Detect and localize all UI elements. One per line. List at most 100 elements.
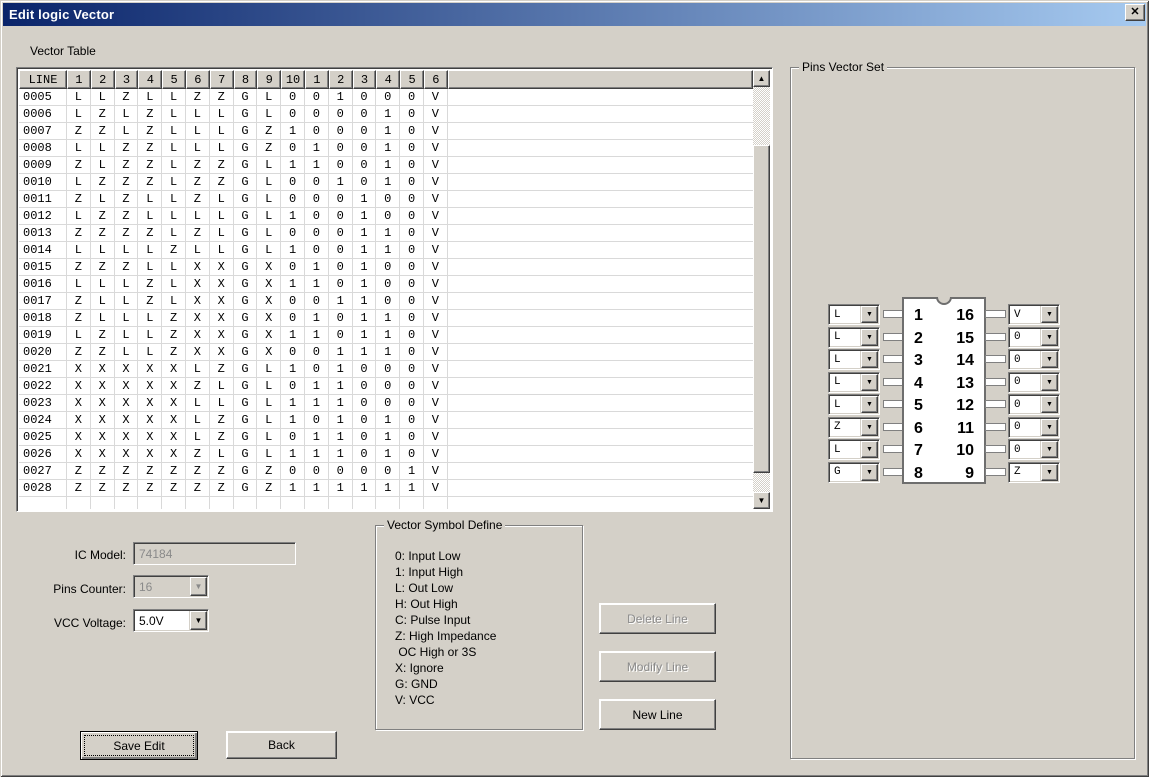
pin-value-dropdown[interactable]: L▼ [828,439,880,460]
vector-cell: Z [115,259,139,276]
column-header[interactable]: 4 [138,70,162,89]
line-number-cell: 0028 [19,480,67,497]
chevron-down-icon[interactable]: ▼ [861,306,878,323]
chevron-down-icon[interactable]: ▼ [1041,441,1058,458]
table-row[interactable]: 0018ZLLLZXXGX010110V [19,310,753,327]
scroll-down-button[interactable]: ▼ [753,492,770,509]
column-header[interactable]: 2 [329,70,353,89]
table-row[interactable]: 0021XXXXXLZGL101000V [19,361,753,378]
table-row[interactable]: 0014LLLLZLLGL100110V [19,242,753,259]
vertical-scrollbar[interactable]: ▲ ▼ [753,70,770,509]
pin-value: 0 [1010,329,1040,346]
new-line-button[interactable]: New Line [599,699,716,730]
column-header[interactable]: 1 [67,70,91,89]
vector-cell: V [424,259,448,276]
chevron-down-icon[interactable]: ▼ [861,329,878,346]
table-row[interactable]: 0017ZLLZLXXGX001100V [19,293,753,310]
pin-value-dropdown[interactable]: 0▼ [1008,439,1060,460]
chevron-down-icon[interactable]: ▼ [190,611,207,630]
column-header[interactable]: 7 [210,70,234,89]
chevron-down-icon[interactable]: ▼ [861,419,878,436]
chevron-down-icon[interactable]: ▼ [1041,329,1058,346]
pin-stub [883,468,904,476]
chevron-down-icon[interactable]: ▼ [1041,396,1058,413]
table-row[interactable]: 0019LZLLZXXGX110110V [19,327,753,344]
close-button[interactable]: ✕ [1125,4,1145,21]
column-header[interactable]: 10 [281,70,305,89]
table-row[interactable]: 0011ZLZLLZLGL000100V [19,191,753,208]
column-header[interactable]: 6 [186,70,210,89]
chevron-down-icon[interactable]: ▼ [1041,374,1058,391]
table-row[interactable]: 0012LZZLLLLGL100100V [19,208,753,225]
vector-cell: X [257,344,281,361]
table-row[interactable]: 0006LZLZLLLGL000010V [19,106,753,123]
pin-value-dropdown[interactable]: L▼ [828,304,880,325]
pin-value-dropdown[interactable]: L▼ [828,372,880,393]
scrollbar-track[interactable] [753,87,770,492]
chevron-down-icon[interactable]: ▼ [861,441,878,458]
column-header[interactable]: 5 [400,70,424,89]
column-header[interactable]: LINE [19,70,67,89]
table-row[interactable]: 0026XXXXXZLGL111010V [19,446,753,463]
chevron-down-icon[interactable]: ▼ [1041,351,1058,368]
table-row[interactable]: 0027ZZZZZZZGZ000001V [19,463,753,480]
table-row[interactable]: 0022XXXXXZLGL011000V [19,378,753,395]
column-header[interactable]: 3 [115,70,139,89]
column-header[interactable]: 3 [353,70,377,89]
modify-line-button: Modify Line [599,651,716,682]
vector-cell: G [234,89,258,106]
chevron-down-icon[interactable]: ▼ [861,374,878,391]
save-edit-button[interactable]: Save Edit [80,731,198,760]
table-row[interactable]: 0020ZZLLZXXGX001110V [19,344,753,361]
chevron-down-icon[interactable]: ▼ [1041,306,1058,323]
column-header[interactable]: 1 [305,70,329,89]
vector-cell: X [91,378,115,395]
column-header[interactable]: 9 [257,70,281,89]
vector-cell: 1 [376,174,400,191]
chevron-down-icon[interactable]: ▼ [1041,464,1058,481]
column-header[interactable]: 8 [234,70,258,89]
pin-value-dropdown[interactable]: 0▼ [1008,349,1060,370]
vector-cell: 0 [281,174,305,191]
chevron-down-icon[interactable]: ▼ [861,464,878,481]
table-row[interactable]: 0008LLZZLLLGZ010010V [19,140,753,157]
pin-value-dropdown[interactable]: 0▼ [1008,394,1060,415]
table-row[interactable]: 0013ZZZZLZLGL000110V [19,225,753,242]
chevron-down-icon[interactable]: ▼ [861,351,878,368]
pin-value-dropdown[interactable]: Z▼ [1008,462,1060,483]
pin-value-dropdown[interactable]: 0▼ [1008,327,1060,348]
column-header[interactable]: 5 [162,70,186,89]
table-row[interactable]: 0007ZZLZLLLGZ100010V [19,123,753,140]
pin-value-dropdown[interactable]: Z▼ [828,417,880,438]
column-header[interactable]: 6 [424,70,448,89]
pin-value-dropdown[interactable]: V▼ [1008,304,1060,325]
pins-counter-value: 16 [135,577,189,596]
scroll-up-button[interactable]: ▲ [753,70,770,87]
table-row[interactable]: 0016LLLZLXXGX110100V [19,276,753,293]
pin-value-dropdown[interactable]: L▼ [828,394,880,415]
pin-value-dropdown[interactable]: L▼ [828,349,880,370]
table-row[interactable]: 0010LZZZLZZGL001010V [19,174,753,191]
table-row[interactable]: 0028ZZZZZZZGZ111111V [19,480,753,497]
back-button[interactable]: Back [226,731,337,759]
vector-cell: L [210,446,234,463]
table-row[interactable]: 0009ZLZZLZZGL110010V [19,157,753,174]
chevron-down-icon[interactable]: ▼ [1041,419,1058,436]
column-header[interactable]: 4 [376,70,400,89]
chevron-down-icon[interactable]: ▼ [861,396,878,413]
scrollbar-thumb[interactable] [753,145,770,473]
vector-cell: L [257,89,281,106]
table-row[interactable]: 0015ZZZLLXXGX010100V [19,259,753,276]
table-row[interactable]: 0005LLZLLZZGL001000V [19,89,753,106]
pin-value-dropdown[interactable]: 0▼ [1008,372,1060,393]
vector-cell: X [138,429,162,446]
table-row[interactable]: 0024XXXXXLZGL101010V [19,412,753,429]
pin-value-dropdown[interactable]: L▼ [828,327,880,348]
column-header[interactable]: 2 [91,70,115,89]
pin-value-dropdown[interactable]: G▼ [828,462,880,483]
table-row[interactable]: 0025XXXXXLZGL011010V [19,429,753,446]
pin-value-dropdown[interactable]: 0▼ [1008,417,1060,438]
table-row[interactable]: 0023XXXXXLLGL111000V [19,395,753,412]
vcc-voltage-dropdown[interactable]: 5.0V ▼ [133,609,209,632]
vector-cell: V [424,89,448,106]
